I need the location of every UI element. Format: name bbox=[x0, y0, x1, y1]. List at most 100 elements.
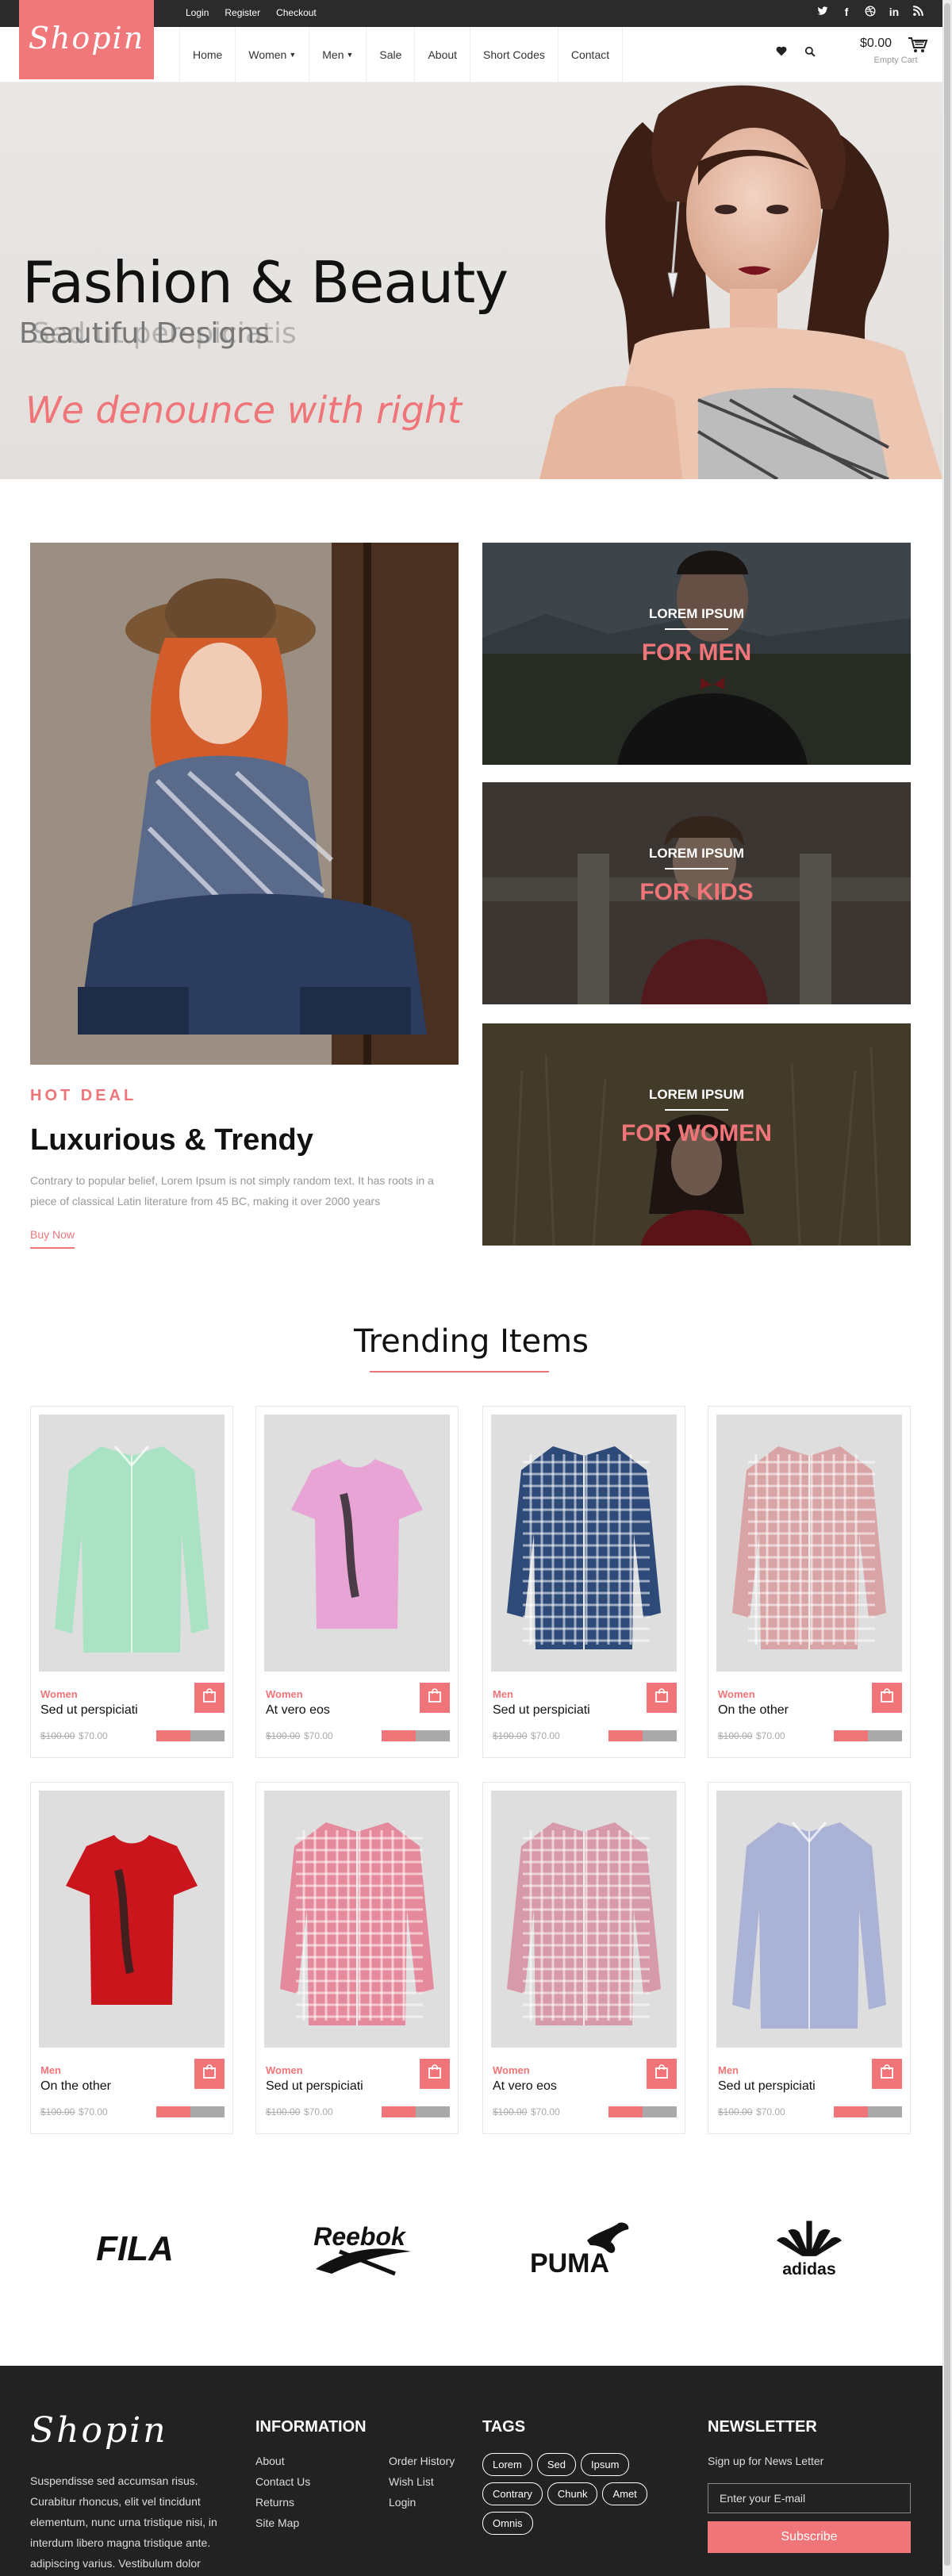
product-name[interactable]: Sed ut perspiciati bbox=[493, 1703, 590, 1718]
nav-contact[interactable]: Contact bbox=[557, 27, 624, 83]
nav-about[interactable]: About bbox=[414, 27, 470, 83]
product-name[interactable]: On the other bbox=[40, 2079, 111, 2094]
rss-icon[interactable] bbox=[911, 6, 925, 19]
hot-deal-image[interactable] bbox=[30, 543, 459, 1065]
product-card[interactable]: Men Sed ut perspiciati $100.00 $70.00 bbox=[482, 1406, 685, 1758]
nav-label: About bbox=[428, 48, 458, 61]
product-image[interactable] bbox=[716, 1415, 902, 1672]
reebok-logo[interactable]: Reebok bbox=[300, 2217, 419, 2280]
subscribe-button[interactable]: Subscribe bbox=[708, 2521, 911, 2553]
add-to-cart-button[interactable] bbox=[872, 2059, 902, 2089]
scrollbar-thumb[interactable] bbox=[944, 3, 950, 2566]
product-category[interactable]: Women bbox=[40, 1688, 78, 1700]
promo-box-women[interactable]: LOREM IPSUM FOR WOMEN bbox=[482, 1023, 911, 1246]
tag-chip[interactable]: Chunk bbox=[547, 2482, 598, 2505]
footer-link-returns[interactable]: Returns bbox=[255, 2496, 294, 2509]
shopping-bag-icon bbox=[881, 1688, 893, 1706]
footer-link-sitemap[interactable]: Site Map bbox=[255, 2516, 299, 2529]
buy-now-link[interactable]: Buy Now bbox=[30, 1228, 75, 1249]
product-image[interactable] bbox=[491, 1415, 677, 1672]
product-name[interactable]: Sed ut perspiciati bbox=[40, 1703, 138, 1718]
product-category[interactable]: Men bbox=[718, 2064, 739, 2076]
promo-box-men[interactable]: LOREM IPSUM FOR MEN bbox=[482, 543, 911, 765]
product-name[interactable]: At vero eos bbox=[493, 2079, 557, 2094]
heart-icon[interactable] bbox=[776, 46, 787, 61]
hero-title: Fashion & Beauty bbox=[22, 249, 509, 316]
tag-chip[interactable]: Omnis bbox=[482, 2512, 533, 2535]
page-scrollbar[interactable] bbox=[942, 0, 952, 2576]
nav-label: Sale bbox=[379, 48, 402, 61]
cart-icon[interactable] bbox=[908, 36, 928, 59]
puma-logo[interactable]: PUMA bbox=[532, 2217, 635, 2280]
search-icon[interactable] bbox=[804, 46, 816, 61]
product-image[interactable] bbox=[39, 1791, 225, 2048]
footer-link-wishlist[interactable]: Wish List bbox=[389, 2475, 434, 2488]
add-to-cart-button[interactable] bbox=[647, 1683, 677, 1713]
product-card[interactable]: Men Sed ut perspiciati $100.00 $70.00 bbox=[708, 1782, 911, 2134]
add-to-cart-button[interactable] bbox=[420, 1683, 450, 1713]
add-to-cart-button[interactable] bbox=[420, 2059, 450, 2089]
facebook-icon[interactable]: f bbox=[839, 6, 854, 19]
twitter-icon[interactable] bbox=[816, 6, 830, 19]
product-card[interactable]: Women At vero eos $100.00 $70.00 bbox=[255, 1406, 459, 1758]
adidas-logo[interactable]: adidas bbox=[762, 2217, 857, 2280]
product-card[interactable]: Women Sed ut perspiciati $100.00 $70.00 bbox=[30, 1406, 233, 1758]
nav-short-codes[interactable]: Short Codes bbox=[470, 27, 558, 83]
promo-box-kids[interactable]: LOREM IPSUM FOR KIDS bbox=[482, 782, 911, 1004]
shopping-bag-icon bbox=[655, 2064, 668, 2082]
product-image[interactable] bbox=[491, 1791, 677, 2048]
product-name[interactable]: Sed ut perspiciati bbox=[718, 2079, 816, 2094]
footer-link-order-history[interactable]: Order History bbox=[389, 2455, 455, 2467]
footer-link-login[interactable]: Login bbox=[389, 2496, 416, 2509]
nav-sale[interactable]: Sale bbox=[366, 27, 414, 83]
add-to-cart-button[interactable] bbox=[194, 2059, 225, 2089]
product-category[interactable]: Men bbox=[40, 2064, 61, 2076]
footer-logo[interactable]: Shopin bbox=[30, 2410, 168, 2451]
product-card[interactable]: Men On the other $100.00 $70.00 bbox=[30, 1782, 233, 2134]
product-card[interactable]: Women Sed ut perspiciati $100.00 $70.00 bbox=[255, 1782, 459, 2134]
product-category[interactable]: Women bbox=[266, 1688, 303, 1700]
product-price: $70.00 bbox=[79, 2106, 108, 2117]
add-to-cart-button[interactable] bbox=[872, 1683, 902, 1713]
footer-link-contact[interactable]: Contact Us bbox=[255, 2475, 310, 2488]
login-link[interactable]: Login bbox=[186, 7, 209, 18]
product-name[interactable]: Sed ut perspiciati bbox=[266, 2079, 363, 2094]
product-image[interactable] bbox=[39, 1415, 225, 1672]
product-name[interactable]: At vero eos bbox=[266, 1703, 330, 1718]
product-image[interactable] bbox=[264, 1415, 450, 1672]
cart-widget[interactable]: $0.00 Empty Cart bbox=[860, 36, 931, 65]
tag-chip[interactable]: Amet bbox=[602, 2482, 647, 2505]
header-icons bbox=[776, 46, 816, 61]
product-category[interactable]: Women bbox=[718, 1688, 755, 1700]
product-category[interactable]: Women bbox=[493, 2064, 530, 2076]
nav-women[interactable]: Women ▼ bbox=[235, 27, 309, 83]
register-link[interactable]: Register bbox=[225, 7, 260, 18]
add-to-cart-button[interactable] bbox=[647, 2059, 677, 2089]
product-card[interactable]: Women On the other $100.00 $70.00 bbox=[708, 1406, 911, 1758]
nav-label: Men bbox=[322, 48, 344, 61]
promo-description: Contrary to popular belief, Lorem Ipsum … bbox=[30, 1174, 434, 1207]
fila-logo[interactable]: FILA bbox=[79, 2217, 190, 2280]
add-to-cart-button[interactable] bbox=[194, 1683, 225, 1713]
rating-bar bbox=[382, 1730, 450, 1741]
dribbble-icon[interactable] bbox=[863, 6, 877, 19]
product-image[interactable] bbox=[264, 1791, 450, 2048]
product-name[interactable]: On the other bbox=[718, 1703, 789, 1718]
product-image[interactable] bbox=[716, 1791, 902, 2048]
footer-link-about[interactable]: About bbox=[255, 2455, 285, 2467]
product-category[interactable]: Women bbox=[266, 2064, 303, 2076]
newsletter-email-input[interactable] bbox=[708, 2483, 911, 2513]
nav-home[interactable]: Home bbox=[179, 27, 235, 83]
site-logo[interactable]: Shopin bbox=[19, 0, 154, 79]
tag-chip[interactable]: Ipsum bbox=[581, 2453, 630, 2476]
shopping-bag-icon bbox=[881, 2064, 893, 2082]
tag-chip[interactable]: Lorem bbox=[482, 2453, 532, 2476]
tag-chip[interactable]: Contrary bbox=[482, 2482, 543, 2505]
tag-chip[interactable]: Sed bbox=[536, 2453, 576, 2476]
checkout-link[interactable]: Checkout bbox=[276, 7, 317, 18]
product-category[interactable]: Men bbox=[493, 1688, 513, 1700]
product-card[interactable]: Women At vero eos $100.00 $70.00 bbox=[482, 1782, 685, 2134]
rating-bar bbox=[608, 1730, 677, 1741]
linkedin-icon[interactable]: in bbox=[887, 6, 901, 19]
nav-men[interactable]: Men ▼ bbox=[309, 27, 366, 83]
